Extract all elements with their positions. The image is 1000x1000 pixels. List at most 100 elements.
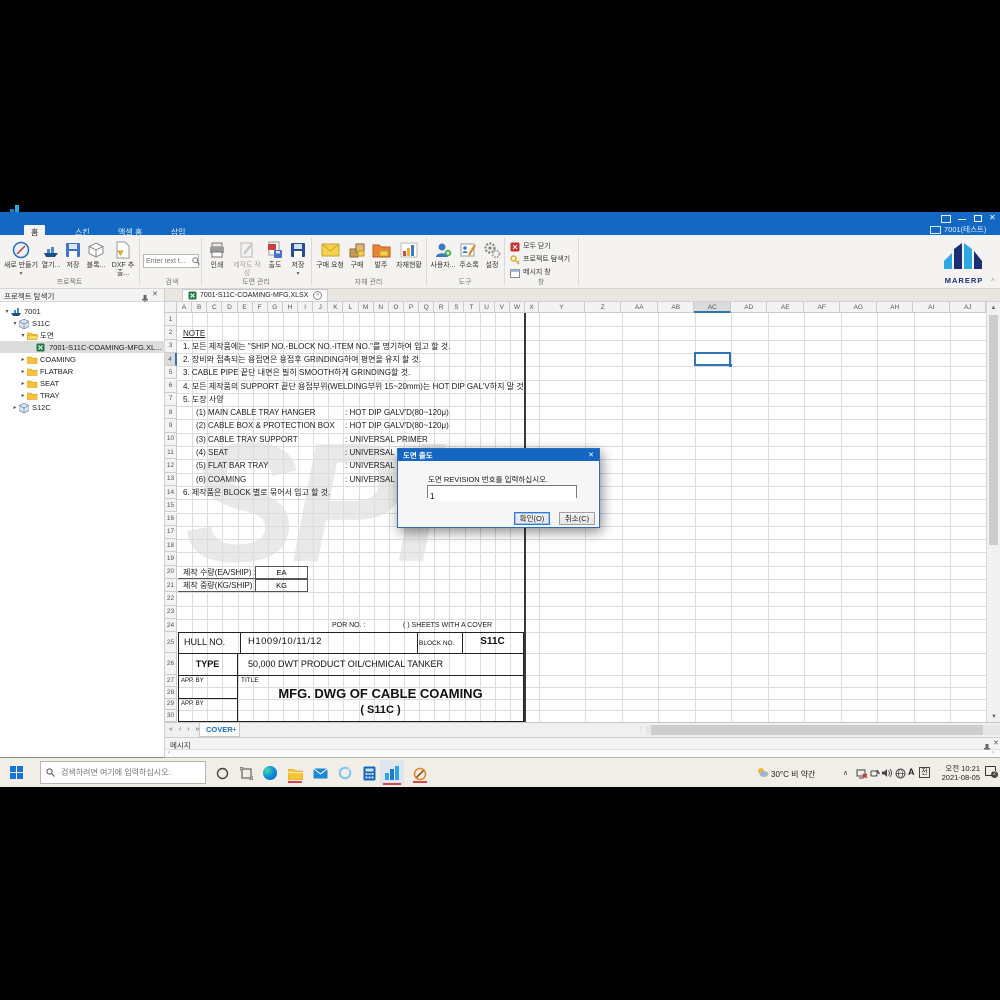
doc-tab[interactable]: 7001-S11C-COAMING-MFG.XLSX ✕: [182, 289, 328, 301]
doc-tab-close-icon[interactable]: ✕: [313, 291, 322, 300]
message-panel-header: 메시지 ✕: [165, 737, 1000, 750]
sheet-nav-icons[interactable]: « ‹ › »: [169, 726, 201, 733]
block-button[interactable]: 블록...: [84, 240, 108, 270]
dialog-title-bar[interactable]: 도면 출도 ✕: [398, 449, 599, 461]
save-drawing-button[interactable]: 저장▾: [287, 240, 309, 278]
collapse-icon[interactable]: ▸: [19, 380, 27, 387]
dxf-export-button[interactable]: DXF 추출...: [108, 240, 138, 278]
h-scroll-thumb[interactable]: [651, 725, 983, 735]
group-label-drawing: 도면 관리: [201, 278, 311, 287]
tree-item-coaming[interactable]: ▸ COAMING: [19, 353, 164, 365]
expand-icon[interactable]: ▾: [3, 308, 11, 315]
start-button[interactable]: [8, 765, 24, 780]
address-book-button[interactable]: 주소록: [457, 240, 481, 270]
ok-button[interactable]: 확인(O): [514, 512, 550, 525]
pen-icon[interactable]: [869, 767, 881, 779]
tree-item-dwg-folder[interactable]: ▾ 도면: [19, 329, 164, 341]
weather-icon[interactable]: [756, 766, 769, 778]
selected-cell[interactable]: [694, 352, 731, 366]
notification-icon[interactable]: 2: [985, 766, 996, 776]
paint-item: (6) COAMING: [196, 473, 246, 486]
expand-icon[interactable]: ▾: [11, 320, 19, 327]
clock[interactable]: 오전 10:21 2021-08-05: [936, 764, 980, 782]
scroll-up-icon[interactable]: ▲: [987, 305, 1000, 311]
dxf-file-icon: [113, 240, 133, 260]
tree-item-file[interactable]: 7001-S11C-COAMING-MFG.XL...: [0, 341, 165, 353]
doc-tab-label: 7001-S11C-COAMING-MFG.XLSX: [200, 292, 308, 299]
weather-text[interactable]: 30°C 비 약간: [771, 769, 815, 780]
tree-item-seat[interactable]: ▸ SEAT: [19, 377, 164, 389]
app-ring-icon[interactable]: [336, 764, 354, 782]
cube-icon: [19, 403, 29, 412]
scroll-down-icon[interactable]: ▼: [987, 714, 1000, 720]
collapse-icon[interactable]: ▸: [19, 392, 27, 399]
file-explorer-icon[interactable]: [285, 764, 305, 784]
minimize-button[interactable]: [958, 219, 966, 220]
collapse-icon[interactable]: ▸: [19, 356, 27, 363]
v-scrollbar[interactable]: ▲ ▼: [986, 302, 1000, 722]
calculator-icon[interactable]: [360, 764, 378, 782]
ribbon-collapse-icon[interactable]: ˄: [991, 278, 995, 284]
project-explorer-button[interactable]: 프로젝트 탐색기: [509, 254, 579, 266]
expand-icon[interactable]: ▾: [19, 332, 27, 339]
tree-item-tray[interactable]: ▸ TRAY: [19, 389, 164, 401]
tab-skin[interactable]: 스킨: [68, 225, 97, 241]
collapse-icon[interactable]: ▸: [19, 368, 27, 375]
project-explorer-panel: ▾ 7001 ▾ S11C ▾ 도면 7001-S11C-COAMING-MFG…: [0, 302, 165, 757]
por-label: POR NO. :: [332, 619, 365, 632]
explorer-close-icon[interactable]: ✕: [152, 290, 158, 298]
note-line: 6. 제작품은 BLOCK 별로 묶어서 입고 할 것.: [183, 486, 330, 499]
order-folder-icon: [371, 240, 391, 260]
close-button[interactable]: ✕: [989, 213, 996, 222]
users-button[interactable]: 사용자...: [430, 240, 456, 270]
brand-logo: MARERP: [938, 239, 990, 285]
contact-card-icon: [459, 240, 479, 260]
close-all-icon: [509, 242, 520, 252]
design-tool-icon[interactable]: [410, 764, 430, 784]
scroll-left-icon[interactable]: ‹: [168, 750, 170, 756]
ime-latin-indicator[interactable]: A: [908, 767, 915, 777]
restore-button[interactable]: [974, 215, 982, 222]
purchase-button[interactable]: 구매: [346, 240, 368, 270]
v-scroll-thumb[interactable]: [989, 315, 998, 545]
material-status-button[interactable]: 자재현황: [394, 240, 424, 270]
close-all-button[interactable]: 모두 닫기: [509, 241, 569, 253]
cortana-icon[interactable]: [214, 765, 230, 781]
revision-input[interactable]: [427, 485, 577, 498]
ribbon-search-input[interactable]: [143, 254, 199, 268]
cancel-button[interactable]: 취소(C): [559, 512, 595, 525]
open-button[interactable]: 열기...: [40, 240, 62, 270]
dialog-close-icon[interactable]: ✕: [588, 451, 594, 459]
fullscreen-button[interactable]: [941, 215, 951, 223]
taskbar-search[interactable]: [40, 761, 206, 784]
tray-chevron-icon[interactable]: ∧: [843, 769, 848, 777]
speaker-icon[interactable]: [881, 767, 893, 779]
edge-icon[interactable]: [261, 764, 279, 782]
settings-button[interactable]: 설정: [482, 240, 502, 270]
purchase-request-button[interactable]: 구매 요청: [315, 240, 345, 270]
tab-insert[interactable]: 삽입: [164, 225, 193, 241]
task-view-icon[interactable]: [238, 765, 254, 781]
message-close-icon[interactable]: ✕: [993, 739, 999, 747]
h-scroll-track[interactable]: [647, 725, 1000, 735]
tree-item-flatbar[interactable]: ▸ FLATBAR: [19, 365, 164, 377]
tab-excel-home[interactable]: 액셀 홈: [111, 225, 149, 241]
scroll-right-icon[interactable]: ›: [992, 750, 994, 756]
release-button[interactable]: 출도: [264, 240, 286, 270]
new-button[interactable]: 새로 만들기▾: [3, 240, 39, 278]
globe-icon[interactable]: [894, 767, 906, 779]
tree-item-s11c[interactable]: ▾ S11C: [11, 317, 164, 329]
network-icon[interactable]: [855, 767, 868, 779]
save-button[interactable]: 저장: [62, 240, 84, 270]
print-button[interactable]: 인쇄: [205, 240, 229, 270]
release-dialog: 도면 출도 ✕ 도면 REVISION 번호를 입력하십시오. 확인(O) 취소…: [397, 448, 600, 528]
tab-home[interactable]: 홈: [24, 225, 45, 241]
tree-item-s12c[interactable]: ▸ S12C: [11, 401, 164, 413]
ime-han-indicator[interactable]: 전: [919, 767, 930, 778]
order-button[interactable]: 발주: [369, 240, 393, 270]
tree-item-7001[interactable]: ▾ 7001: [3, 305, 164, 317]
collapse-icon[interactable]: ▸: [11, 404, 19, 411]
mail-icon[interactable]: [311, 764, 329, 782]
marerp-taskbar-icon[interactable]: [380, 760, 404, 786]
add-sheet-button[interactable]: +: [232, 725, 237, 734]
